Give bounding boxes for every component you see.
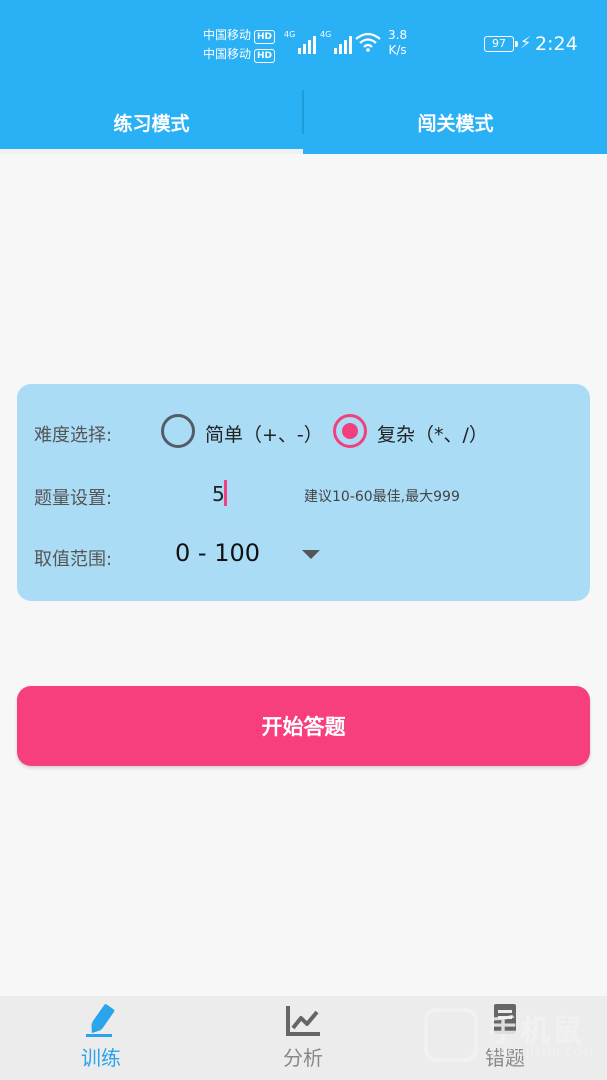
active-tab-indicator	[0, 149, 303, 154]
signal-icon: 4G	[320, 30, 353, 54]
battery-level: 97	[492, 37, 506, 50]
start-quiz-button[interactable]: 开始答题	[17, 686, 590, 766]
quantity-input[interactable]: 5	[212, 482, 225, 506]
nav-item-training[interactable]: 训练	[0, 996, 202, 1080]
carrier-info: 中国移动 HD 中国移动 HD	[203, 26, 276, 64]
watermark-cloud-icon	[424, 1008, 478, 1062]
tab-practice-mode[interactable]: 练习模式	[0, 90, 303, 154]
hd-badge: HD	[254, 30, 276, 44]
battery-icon: 97	[484, 36, 518, 52]
radio-simple[interactable]	[161, 414, 195, 448]
watermark-subtext: SHOUJISHU.COM	[490, 1046, 595, 1059]
difficulty-label: 难度选择:	[34, 425, 113, 446]
line-chart-icon	[286, 1006, 320, 1036]
network-type-2: 4G	[320, 30, 332, 39]
signal-icon: 4G	[284, 30, 317, 54]
nav-label-analysis: 分析	[283, 1046, 323, 1070]
speed-unit: K/s	[388, 43, 407, 57]
watermark-text: 手机鼠	[488, 1014, 584, 1049]
tab-challenge-mode[interactable]: 闯关模式	[304, 90, 607, 154]
carrier-1: 中国移动	[203, 28, 252, 42]
nav-item-analysis[interactable]: 分析	[202, 996, 404, 1080]
option-simple-label[interactable]: 简单（+、-）	[205, 420, 323, 447]
quantity-hint: 建议10-60最佳,最大999	[304, 489, 460, 505]
speed-value: 3.8	[388, 28, 408, 42]
network-speed: 3.8 K/s	[388, 28, 407, 58]
wifi-icon	[355, 32, 381, 52]
hd-badge: HD	[254, 49, 276, 63]
nav-label-training: 训练	[81, 1046, 121, 1070]
range-select[interactable]: 0 - 100	[175, 539, 260, 567]
watermark-logo: 手机鼠 SHOUJISHU.COM	[424, 1002, 594, 1068]
text-cursor	[224, 480, 227, 506]
network-type-1: 4G	[284, 30, 296, 39]
range-label: 取值范围:	[34, 549, 113, 570]
mode-tab-bar: 练习模式 闯关模式	[0, 90, 607, 154]
pencil-icon	[86, 1004, 115, 1037]
quantity-label: 题量设置:	[34, 488, 113, 509]
carrier-2: 中国移动	[203, 47, 252, 61]
radio-complex[interactable]	[333, 414, 367, 448]
clock: 2:24	[535, 33, 578, 55]
option-complex-label[interactable]: 复杂（*、/）	[377, 420, 488, 447]
settings-card: 难度选择: 简单（+、-） 复杂（*、/） 题量设置: 5 建议10-60最佳,…	[17, 384, 590, 601]
charging-icon: ⚡	[520, 33, 532, 52]
status-bar: 中国移动 HD 中国移动 HD 4G 4G 3.8 K/s 97 ⚡ 2:24	[0, 0, 607, 90]
dropdown-arrow-icon[interactable]	[302, 550, 320, 559]
